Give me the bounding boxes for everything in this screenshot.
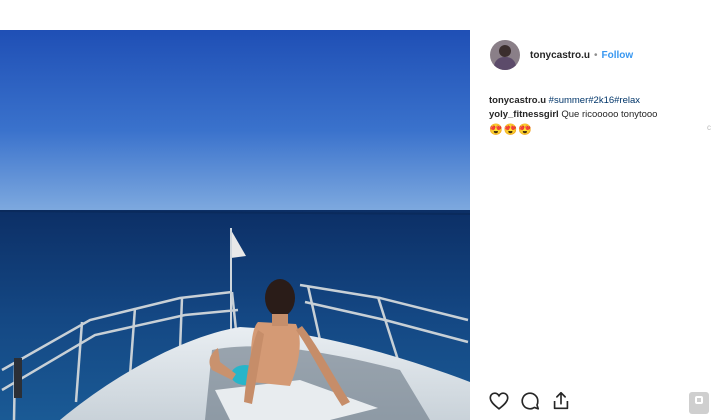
- boat-scene-image: [0, 30, 470, 420]
- comment-username[interactable]: yoly_fitnessgirl: [489, 109, 559, 120]
- caption: tonycastro.u #summer#2k16#relax: [489, 94, 704, 108]
- comments-list: tonycastro.u #summer#2k16#relax yoly_fit…: [489, 94, 704, 137]
- comment-emojis: 😍😍😍: [489, 124, 534, 136]
- comment-icon[interactable]: [519, 390, 541, 412]
- heart-icon[interactable]: [488, 390, 510, 412]
- post-header: tonycastro.u • Follow: [470, 30, 711, 80]
- caption-hashtags[interactable]: #summer#2k16#relax: [549, 95, 640, 106]
- follow-button[interactable]: Follow: [602, 50, 634, 61]
- post-photo[interactable]: [0, 30, 470, 420]
- instagram-post: tonycastro.u • Follow tonycastro.u #summ…: [0, 30, 711, 420]
- bookmark-icon[interactable]: [689, 392, 709, 414]
- comment-item: yoly_fitnessgirl Que ricooooo tonytooo: [489, 108, 704, 122]
- comment-text: Que ricooooo tonytooo: [561, 109, 658, 120]
- share-icon[interactable]: [550, 390, 572, 412]
- author-username[interactable]: tonycastro.u: [530, 50, 590, 61]
- action-bar: [488, 390, 581, 412]
- separator-dot: •: [594, 49, 598, 61]
- post-sidebar: tonycastro.u • Follow tonycastro.u #summ…: [470, 30, 711, 420]
- caption-username[interactable]: tonycastro.u: [489, 95, 546, 106]
- edge-glyph: c: [707, 123, 711, 132]
- avatar[interactable]: [490, 40, 520, 70]
